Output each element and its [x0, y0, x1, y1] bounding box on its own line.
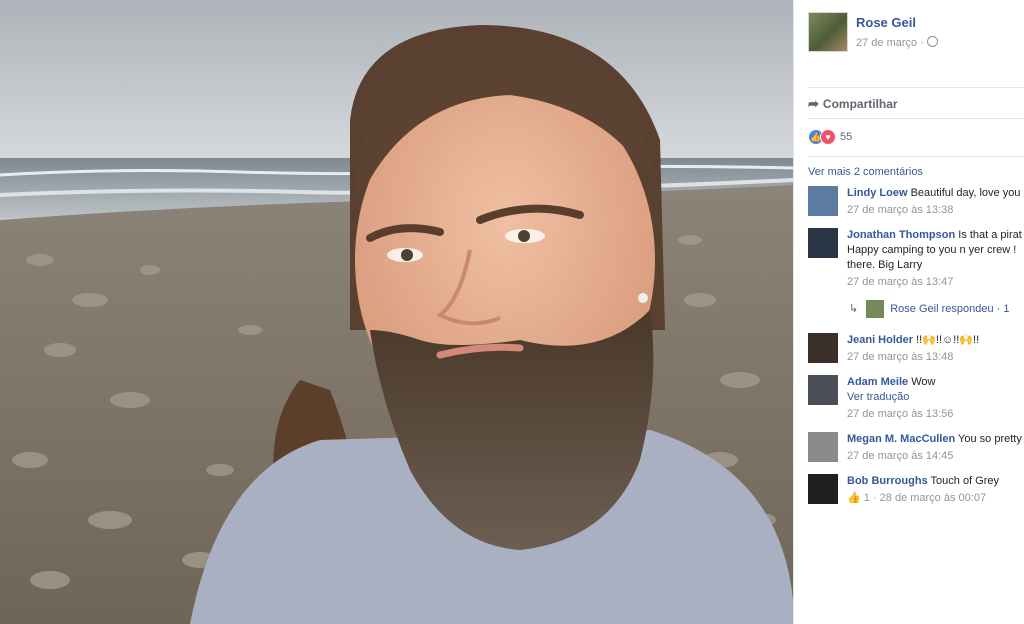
share-label: Compartilhar	[822, 97, 898, 111]
love-reaction-icon: ♥	[820, 129, 836, 145]
avatar[interactable]	[808, 12, 848, 52]
commenter-name[interactable]: Jeani Holder	[847, 334, 913, 346]
commenter-avatar[interactable]	[808, 228, 838, 258]
comment-time[interactable]: 27 de março às 13:56	[847, 407, 1024, 422]
post-author-name[interactable]: Rose Geil	[856, 15, 916, 30]
comment-text-line: Happy camping to you n yer crew !	[847, 244, 1017, 256]
comment-time[interactable]: 1 · 28 de março às 00:07	[864, 492, 986, 504]
commenter-name[interactable]: Megan M. MacCullen	[847, 433, 955, 445]
comment-time[interactable]: 27 de março às 13:48	[847, 350, 1024, 365]
comment-body: Bob Burroughs Touch of Grey 👍 1 · 28 de …	[847, 474, 1024, 506]
divider	[808, 118, 1024, 119]
post-date-text[interactable]: 27 de março ·	[856, 37, 924, 49]
reply-avatar	[866, 300, 885, 318]
comment-time[interactable]: 27 de março às 13:38	[847, 203, 1024, 218]
comment-text: You so pretty	[958, 433, 1022, 445]
reaction-count: 55	[840, 131, 853, 143]
comment-text-line: there. Big Larry	[847, 259, 923, 271]
comment-time[interactable]: 27 de março às 14:45	[847, 449, 1024, 464]
comment-time[interactable]: 27 de março às 13:47	[847, 275, 1024, 290]
see-translation-link[interactable]: Ver tradução	[847, 390, 1024, 405]
globe-icon	[926, 36, 938, 47]
commenter-avatar[interactable]	[808, 375, 838, 405]
commenter-avatar[interactable]	[808, 333, 838, 363]
comment-body: Lindy Loew Beautiful day, love you 27 de…	[847, 186, 1024, 218]
comment-meta: 👍 1 · 28 de março às 00:07	[847, 491, 1024, 506]
selfie-beach-image	[0, 0, 793, 624]
commenter-avatar[interactable]	[808, 474, 838, 504]
comments-panel: Rose Geil 27 de março · ➦ Compartilhar 👍 ♥…	[793, 0, 1024, 624]
reply-text: Rose Geil respondeu · 1	[890, 302, 1010, 315]
like-icon[interactable]: 👍	[847, 492, 861, 504]
reply-thread-link[interactable]: ↳ Rose Geil respondeu · 1	[849, 300, 1009, 318]
commenter-avatar[interactable]	[808, 186, 838, 216]
comment-body: Jonathan Thompson Is that a pirat Happy …	[847, 228, 1024, 290]
reply-arrow-icon: ↳	[849, 302, 859, 315]
commenter-name[interactable]: Adam Meile	[847, 376, 908, 388]
comment-text: Is that a pirat	[958, 229, 1022, 241]
post-photo[interactable]	[0, 0, 793, 624]
commenter-name[interactable]: Jonathan Thompson	[847, 229, 955, 241]
comment-body: Adam Meile Wow Ver tradução 27 de março …	[847, 375, 1024, 422]
post-author-avatar[interactable]	[808, 12, 848, 52]
commenter-name[interactable]: Bob Burroughs	[847, 475, 928, 487]
divider	[808, 156, 1024, 157]
view-more-comments-link[interactable]: Ver mais 2 comentários	[808, 166, 923, 178]
comment-body: Jeani Holder !!🙌!!☺!!🙌!! 27 de março às …	[847, 333, 1024, 365]
post-date[interactable]: 27 de março ·	[856, 36, 938, 49]
share-arrow-icon: ➦	[808, 96, 819, 111]
comment-text: Beautiful day, love you	[910, 187, 1021, 199]
reactions-summary[interactable]: 👍 ♥ 55	[808, 129, 852, 145]
commenter-name[interactable]: Lindy Loew	[847, 187, 908, 199]
comment-text: Touch of Grey	[930, 475, 1000, 487]
comment-text: !!🙌!!☺!!🙌!!	[916, 334, 980, 346]
comment-text: Wow	[911, 376, 936, 388]
comment-body: Megan M. MacCullen You so pretty 27 de m…	[847, 432, 1024, 464]
share-button[interactable]: ➦ Compartilhar	[808, 96, 898, 112]
divider	[808, 87, 1024, 88]
commenter-avatar[interactable]	[808, 432, 838, 462]
